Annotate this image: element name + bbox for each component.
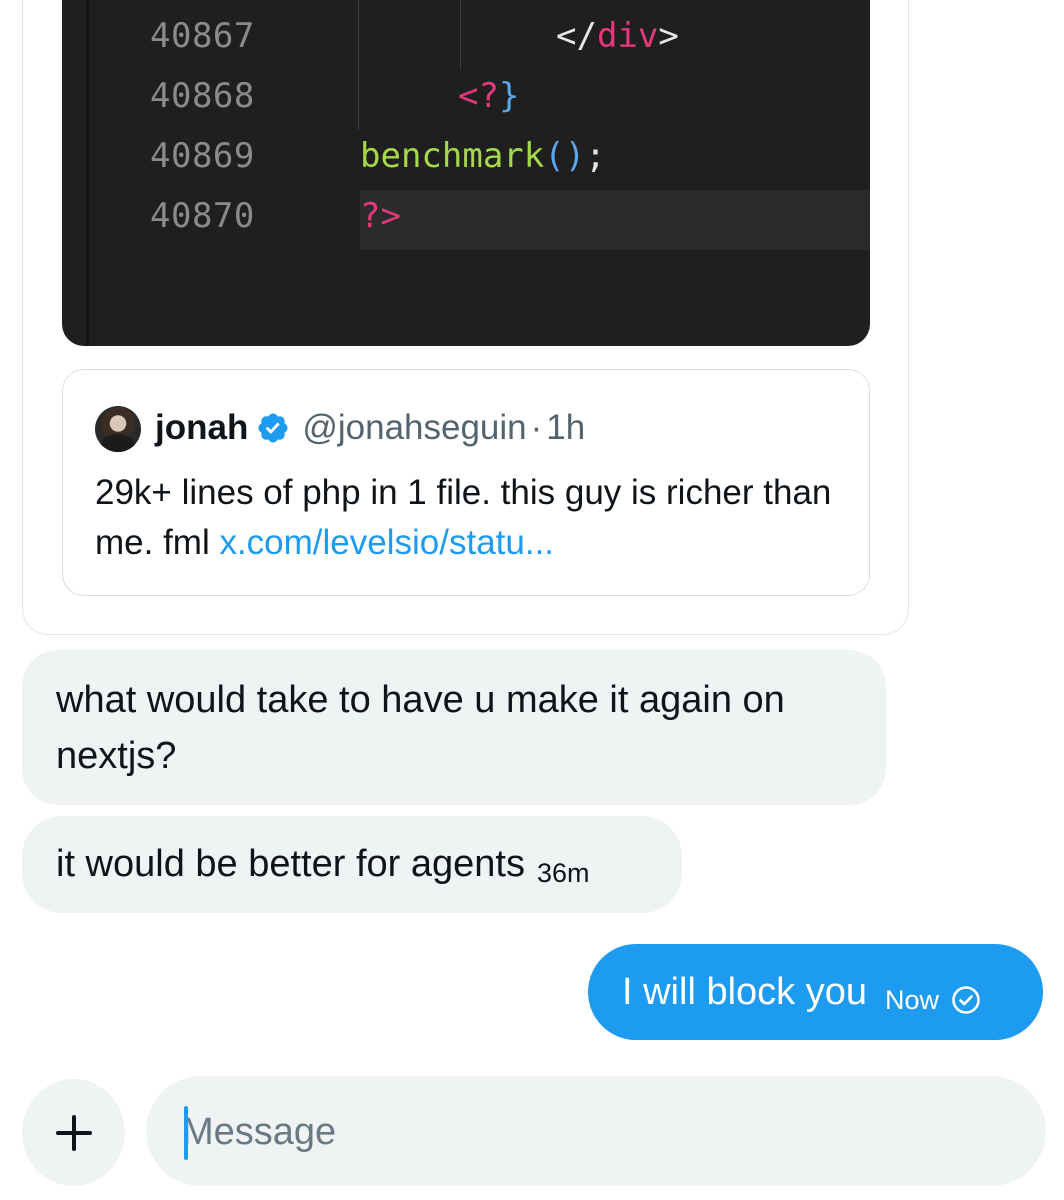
code-text: </div> <box>556 16 679 56</box>
message-text: it would be better for agents <box>56 843 525 885</box>
sent-check-icon <box>952 986 980 1014</box>
line-number: 40870 <box>150 196 255 236</box>
quoted-tweet-header: jonah @jonahseguin · 1h <box>155 404 585 452</box>
received-message[interactable]: it would be better for agents 36m <box>22 816 682 913</box>
code-line: 40867 </div> <box>62 16 870 56</box>
message-composer[interactable] <box>146 1076 1046 1186</box>
plus-icon <box>55 1114 92 1151</box>
sent-message[interactable]: I will block you Now <box>588 944 1043 1040</box>
message-timestamp: Now <box>884 985 939 1015</box>
code-line: 40870 ?> <box>62 196 870 236</box>
avatar[interactable] <box>95 406 141 452</box>
verified-badge-icon <box>258 413 288 443</box>
add-attachment-button[interactable] <box>22 1079 125 1186</box>
code-screenshot-image[interactable]: 40867 </div> 40868 <?} 40869 benchmark()… <box>62 0 870 346</box>
author-name[interactable]: jonah <box>155 408 248 448</box>
code-text: ?> <box>360 196 401 236</box>
code-line: 40869 benchmark(); <box>62 136 870 176</box>
message-timestamp: 36m <box>536 858 590 888</box>
code-line: 40868 <?} <box>62 76 870 116</box>
message-input[interactable] <box>182 1100 1002 1164</box>
text-caret <box>184 1106 188 1160</box>
quoted-tweet[interactable]: jonah @jonahseguin · 1h 29k+ lines of ph… <box>62 369 870 596</box>
tweet-timestamp[interactable]: 1h <box>546 408 585 448</box>
line-number: 40868 <box>150 76 255 116</box>
received-message[interactable]: what would take to have u make it again … <box>22 650 886 805</box>
author-handle[interactable]: @jonahseguin <box>302 408 526 448</box>
tweet-link[interactable]: x.com/levelsio/statu... <box>219 523 554 562</box>
line-number: 40867 <box>150 16 255 56</box>
code-text: <?} <box>458 76 520 116</box>
quoted-tweet-text: 29k+ lines of php in 1 file. this guy is… <box>95 468 835 568</box>
line-number: 40869 <box>150 136 255 176</box>
message-text: what would take to have u make it again … <box>56 679 785 777</box>
separator-dot: · <box>530 408 543 447</box>
message-text: I will block you <box>622 971 867 1013</box>
code-text: benchmark(); <box>360 136 606 176</box>
